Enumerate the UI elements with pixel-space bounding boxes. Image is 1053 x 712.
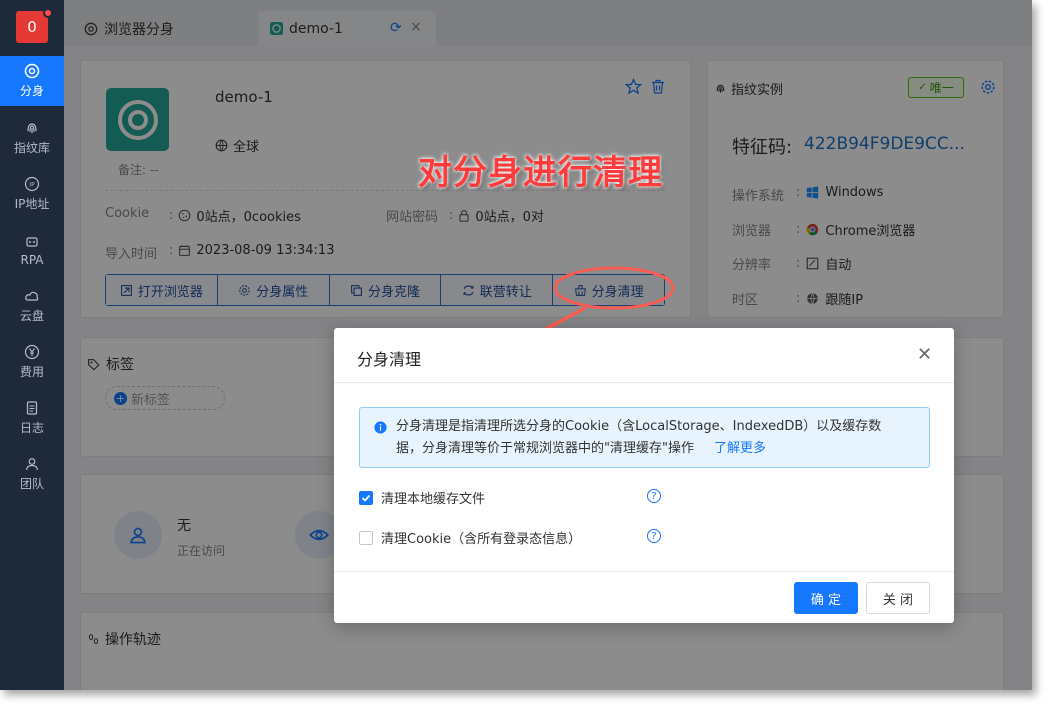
sidebar-item-label: 指纹库 xyxy=(13,141,50,155)
info-icon xyxy=(374,421,387,434)
notification-dot xyxy=(43,8,53,18)
close-button[interactable]: 关 闭 xyxy=(866,582,930,614)
robot-icon xyxy=(26,236,38,247)
team-icon xyxy=(25,458,39,471)
annotation-text: 对分身进行清理 xyxy=(418,153,663,193)
check-icon xyxy=(361,494,371,502)
option-clear-cache[interactable]: 清理本地缓存文件 xyxy=(359,488,485,507)
close-icon[interactable]: ✕ xyxy=(917,344,932,365)
cloud-icon xyxy=(25,291,39,301)
option-clear-cookie[interactable]: 清理Cookie（含所有登录态信息） xyxy=(359,528,581,547)
sidebar-item-label: 分身 xyxy=(19,84,44,98)
info-text: 分身清理是指清理所选分身的Cookie（含LocalStorage、Indexe… xyxy=(396,416,926,460)
help-icon[interactable]: ? xyxy=(647,529,661,543)
info-line-2-row: 据，分身清理等价于常规浏览器中的"清理缓存"操作 了解更多 xyxy=(396,438,926,460)
info-line-1: 分身清理是指清理所选分身的Cookie（含LocalStorage、Indexe… xyxy=(396,419,882,434)
sidebar-item-billing[interactable]: 费用 xyxy=(0,337,64,387)
sidebar-item-logs[interactable]: 日志 xyxy=(0,393,64,443)
divider xyxy=(334,382,954,383)
sidebar-item-fingerprints[interactable]: 指纹库 xyxy=(0,113,64,163)
confirm-button[interactable]: 确 定 xyxy=(794,582,858,614)
badge-count: 0 xyxy=(27,18,37,36)
chrome-icon xyxy=(24,63,40,79)
sidebar-item-label: 费用 xyxy=(19,365,44,379)
svg-text:IP: IP xyxy=(29,182,35,189)
checkbox-clear-cookie[interactable] xyxy=(359,530,373,545)
sidebar: 0 分身 指纹库 IP IP地址 RPA 云盘 费用 日志 团队 xyxy=(0,0,64,690)
app-window: 0 分身 指纹库 IP IP地址 RPA 云盘 费用 日志 团队 浏览器分身 d… xyxy=(0,0,1032,690)
learn-more-link[interactable]: 了解更多 xyxy=(714,441,766,456)
sidebar-item-cloud[interactable]: 云盘 xyxy=(0,281,64,331)
sidebar-item-label: RPA xyxy=(20,252,44,267)
dialog-title: 分身清理 xyxy=(357,350,422,369)
info-alert: 分身清理是指清理所选分身的Cookie（含LocalStorage、Indexe… xyxy=(359,407,930,468)
divider xyxy=(334,571,954,572)
sidebar-item-label: 云盘 xyxy=(19,309,44,323)
sidebar-item-rpa[interactable]: RPA xyxy=(0,225,64,275)
fingerprint-icon xyxy=(27,123,37,133)
sidebar-item-label: IP地址 xyxy=(14,197,50,211)
clean-profile-dialog: 分身清理 ✕ 分身清理是指清理所选分身的Cookie（含LocalStorage… xyxy=(334,328,954,623)
yen-icon xyxy=(24,344,40,360)
info-line-2: 据，分身清理等价于常规浏览器中的"清理缓存"操作 xyxy=(396,441,694,456)
sidebar-item-profiles[interactable]: 分身 xyxy=(0,56,64,106)
ip-icon: IP xyxy=(24,176,40,192)
sidebar-item-label: 团队 xyxy=(19,477,44,491)
option-label: 清理本地缓存文件 xyxy=(381,492,486,507)
document-icon xyxy=(26,401,38,415)
sidebar-item-team[interactable]: 团队 xyxy=(0,449,64,499)
sidebar-item-ip[interactable]: IP IP地址 xyxy=(0,169,64,219)
checkbox-clear-cache[interactable] xyxy=(359,490,373,505)
help-icon[interactable]: ? xyxy=(647,489,661,503)
sidebar-item-label: 日志 xyxy=(19,421,44,435)
option-label: 清理Cookie（含所有登录态信息） xyxy=(381,532,582,547)
